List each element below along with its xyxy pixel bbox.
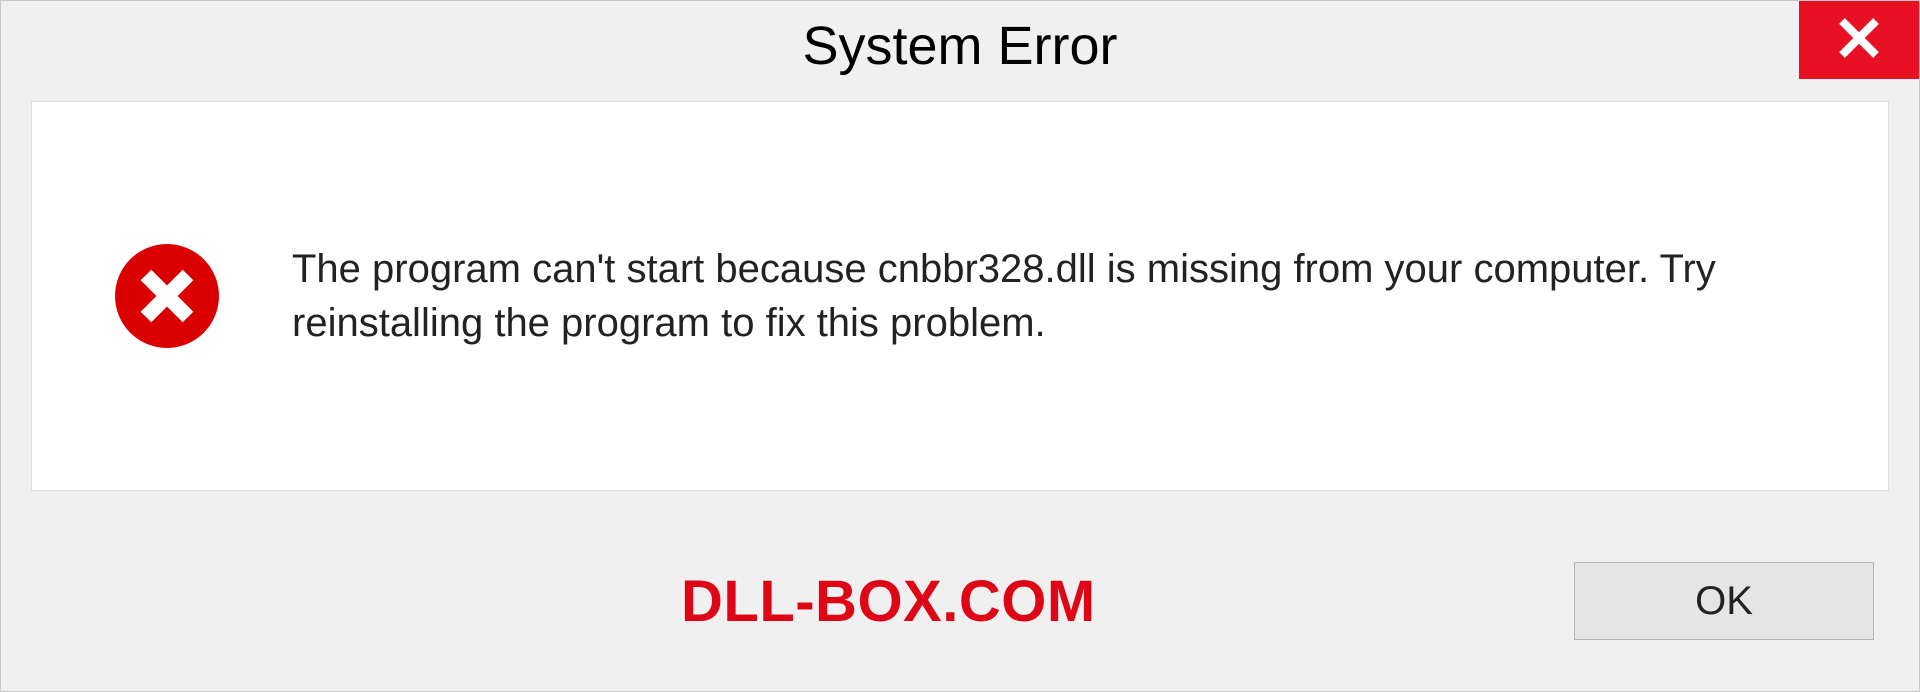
close-button[interactable] bbox=[1799, 1, 1919, 79]
ok-button[interactable]: OK bbox=[1574, 562, 1874, 640]
watermark-text: DLL-BOX.COM bbox=[681, 568, 1096, 635]
content-area: The program can't start because cnbbr328… bbox=[31, 101, 1889, 491]
close-icon bbox=[1836, 15, 1882, 66]
title-bar: System Error bbox=[1, 1, 1919, 91]
bottom-bar: DLL-BOX.COM OK bbox=[1, 511, 1919, 691]
error-icon bbox=[112, 241, 222, 351]
system-error-dialog: System Error The program can't start bec… bbox=[0, 0, 1920, 692]
error-message: The program can't start because cnbbr328… bbox=[292, 242, 1808, 350]
dialog-title: System Error bbox=[802, 15, 1117, 77]
